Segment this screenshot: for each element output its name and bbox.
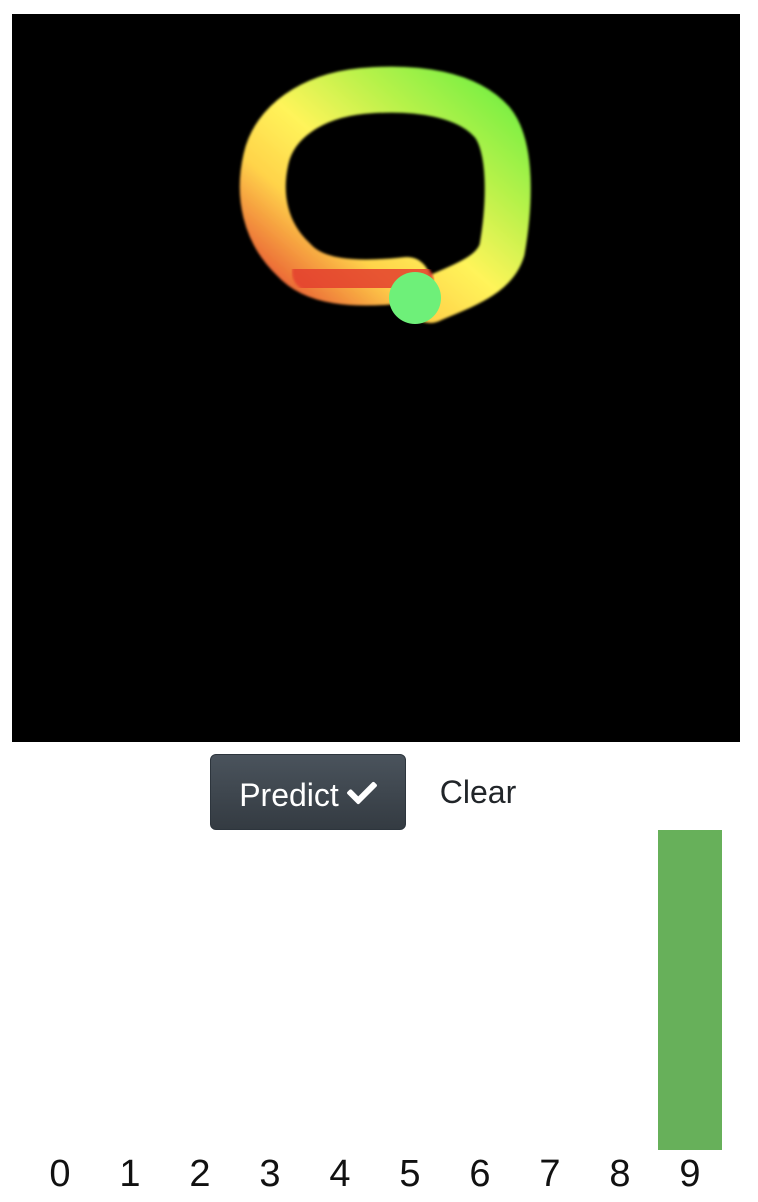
predict-button[interactable]: Predict [210, 754, 406, 830]
drawing-canvas-area[interactable] [12, 14, 740, 742]
bar-digit-9 [658, 830, 722, 1150]
tick-label-7: 7 [539, 1153, 560, 1195]
tick-label-3: 3 [259, 1153, 280, 1195]
tick-label-1: 1 [119, 1153, 140, 1195]
prediction-bar-chart: 0 1 2 3 4 5 6 7 8 9 [49, 830, 722, 1195]
tick-label-6: 6 [469, 1153, 490, 1195]
check-icon [346, 781, 377, 805]
controls-bar: Predict Clear [0, 754, 758, 830]
stroke-end-dot [389, 272, 441, 324]
tick-label-5: 5 [399, 1153, 420, 1195]
tick-label-4: 4 [329, 1153, 350, 1195]
tick-label-8: 8 [609, 1153, 630, 1195]
tick-label-0: 0 [49, 1153, 70, 1195]
prediction-chart: 0 1 2 3 4 5 6 7 8 9 [0, 830, 758, 1202]
clear-button[interactable]: Clear [428, 754, 528, 830]
tick-label-2: 2 [189, 1153, 210, 1195]
drawing-canvas[interactable] [12, 14, 740, 742]
predict-button-label: Predict [239, 776, 339, 813]
tick-label-9: 9 [679, 1153, 700, 1195]
canvas-background [12, 14, 740, 742]
digit-recognizer-app: Predict Clear 0 1 2 3 4 5 6 7 8 9 [0, 0, 758, 1202]
